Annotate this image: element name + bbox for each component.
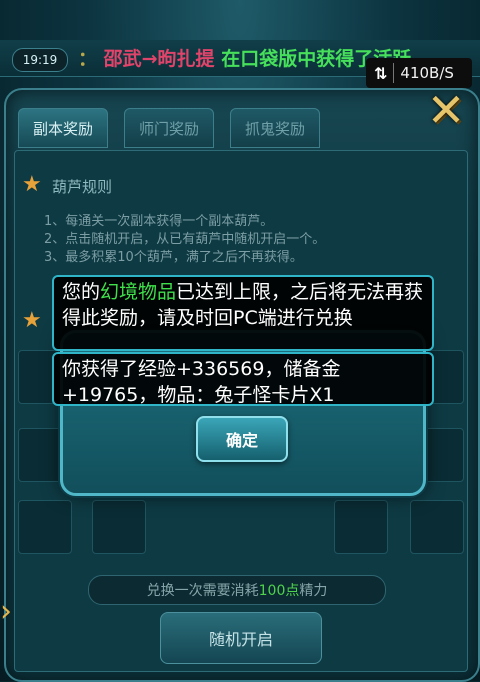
- reward-toast: 你获得了经验+336569，储备金+19765，物品：兔子怪卡片X1: [52, 352, 434, 406]
- clock: 19:19: [12, 48, 68, 72]
- marquee-player: 邵武→昫扎提: [103, 48, 215, 70]
- chevron-right-icon[interactable]: ›: [0, 592, 20, 632]
- rule-item: 1、每通关一次副本获得一个副本葫芦。: [44, 214, 274, 229]
- cost-suffix: 精力: [299, 583, 328, 599]
- transfer-arrows-icon: ⇅: [374, 63, 388, 83]
- cost-amount: 100点: [258, 583, 300, 599]
- star-icon: ★: [22, 308, 42, 333]
- marquee-colon: ：: [78, 48, 98, 70]
- divider: [393, 63, 395, 83]
- star-icon: ★: [22, 172, 42, 197]
- cost-info: 兑换一次需要消耗 100点 精力: [88, 575, 386, 605]
- rule-item: 2、点击随机开启，从已有葫芦中随机开启一个。: [44, 232, 326, 247]
- toast-text: 您的: [62, 281, 101, 303]
- net-speed-value: 410B/S: [400, 64, 454, 82]
- random-open-button[interactable]: 随机开启: [160, 612, 322, 664]
- gourd-slot[interactable]: [18, 500, 72, 554]
- gourd-slot[interactable]: [334, 500, 388, 554]
- limit-toast: 您的幻境物品已达到上限，之后将无法再获得此奖励，请及时回PC端进行兑换: [52, 275, 434, 351]
- cost-prefix: 兑换一次需要消耗: [146, 583, 259, 599]
- rule-item: 3、最多积累10个葫芦，满了之后不再获得。: [44, 250, 303, 265]
- confirm-button[interactable]: 确定: [196, 416, 288, 462]
- gourd-slot[interactable]: [410, 500, 464, 554]
- toast-highlight: 幻境物品: [100, 281, 177, 303]
- tab-dungeon-reward[interactable]: 副本奖励: [18, 108, 108, 148]
- tab-master-reward[interactable]: 师门奖励: [124, 108, 214, 148]
- rules-title: 葫芦规则: [52, 178, 113, 196]
- close-icon[interactable]: ✕: [420, 84, 472, 136]
- tab-ghost-reward[interactable]: 抓鬼奖励: [230, 108, 320, 148]
- gourd-slot[interactable]: [92, 500, 146, 554]
